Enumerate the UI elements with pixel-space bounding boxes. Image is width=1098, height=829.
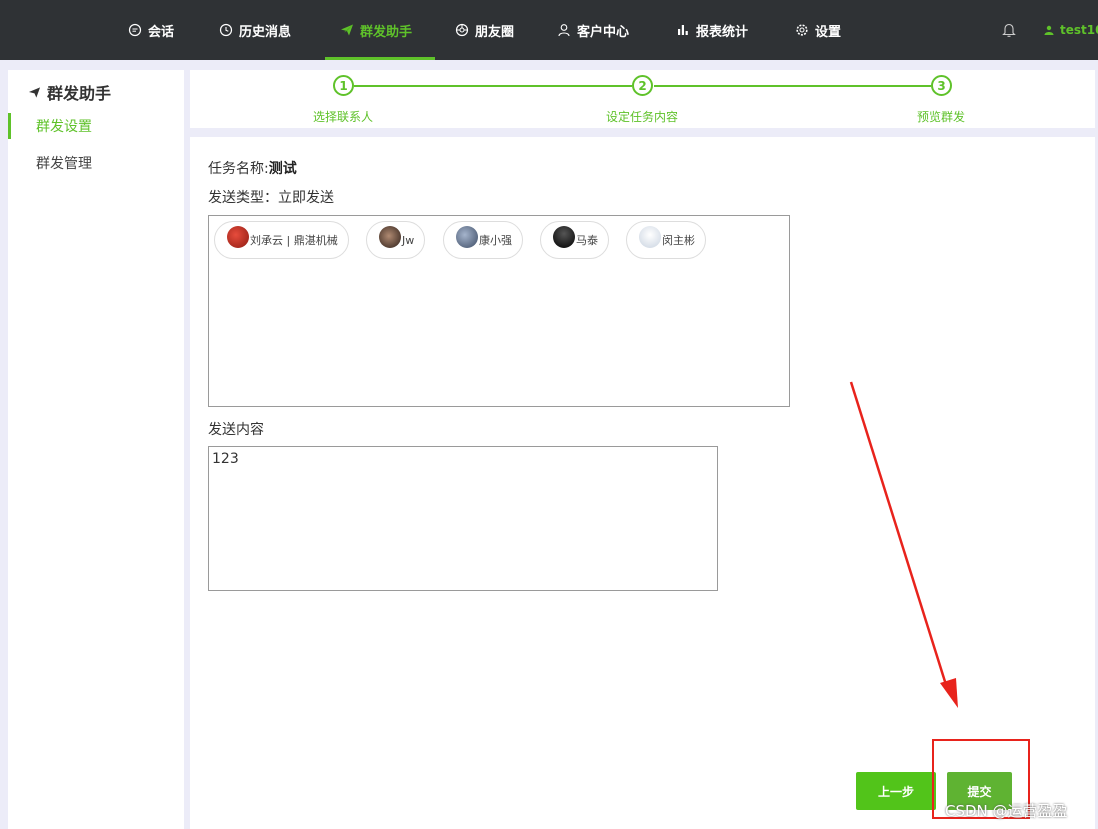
task-name-row: 任务名称:测试 — [208, 158, 297, 178]
nav-item-moments[interactable]: 朋友圈 — [455, 0, 514, 60]
selected-contacts-box: 刘承云 | 鼎湛机械 Jw 康小强 马泰 闵主彬 — [208, 215, 790, 407]
nav-item-history[interactable]: 历史消息 — [219, 0, 291, 60]
nav-label-reports: 报表统计 — [696, 24, 749, 40]
nav-item-chat[interactable]: 会话 — [128, 0, 174, 60]
sidebar-item-mass-settings[interactable]: 群发设置 — [8, 109, 184, 143]
avatar — [456, 226, 478, 248]
nav-item-settings[interactable]: 设置 — [795, 0, 841, 60]
nav-label-mass-send: 群发助手 — [360, 24, 413, 40]
contact-name: Jw — [402, 233, 415, 247]
clock-icon — [219, 23, 233, 37]
top-nav-bar: 会话 历史消息 群发助手 朋友圈 客户中心 报表统计 设置 test10 — [0, 0, 1098, 60]
nav-label-settings: 设置 — [815, 24, 842, 40]
task-name-label: 任务名称: — [208, 161, 269, 177]
prev-step-button[interactable]: 上一步 — [856, 772, 936, 810]
nav-label-chat: 会话 — [148, 24, 175, 40]
nav-label-history: 历史消息 — [239, 24, 292, 40]
send-type-row: 发送类型：立即发送 — [208, 187, 334, 207]
bar-chart-icon — [678, 25, 688, 35]
chat-bubble-icon — [128, 23, 142, 37]
aperture-icon — [455, 23, 469, 37]
sidebar-title-text: 群发助手 — [47, 84, 112, 103]
contact-chip[interactable]: 马泰 — [540, 221, 609, 259]
avatar — [553, 226, 575, 248]
gear-icon — [796, 24, 808, 36]
contact-name: 康小强 — [479, 234, 512, 247]
nav-label-customers: 客户中心 — [577, 24, 630, 40]
step-label-1: 选择联系人 — [312, 110, 374, 124]
username: test10 — [1060, 23, 1098, 37]
nav-item-reports[interactable]: 报表统计 — [676, 0, 748, 60]
nav-item-mass-send[interactable]: 群发助手 — [340, 0, 412, 60]
step-circle-1: 1 — [333, 75, 354, 96]
sidebar: 群发助手 群发设置 群发管理 — [8, 70, 184, 829]
step-connector — [354, 85, 632, 87]
step-label-2: 设定任务内容 — [605, 110, 679, 124]
task-name-value: 测试 — [268, 161, 297, 177]
contact-name: 闵主彬 — [662, 234, 695, 247]
nav-item-customers[interactable]: 客户中心 — [557, 0, 629, 60]
sidebar-item-label: 群发设置 — [36, 119, 92, 135]
avatar — [639, 226, 661, 248]
sidebar-title: 群发助手 — [28, 80, 111, 104]
contact-chip[interactable]: 闵主彬 — [626, 221, 706, 259]
paper-plane-icon — [28, 86, 41, 98]
bell-icon[interactable] — [1002, 22, 1016, 38]
watermark: CSDN @运营盈盈 — [945, 802, 1068, 820]
avatar — [227, 226, 249, 248]
send-type-value: 立即发送 — [278, 190, 334, 206]
step-connector — [654, 85, 931, 87]
user-menu[interactable]: test10 — [1044, 0, 1098, 60]
content-label: 发送内容 — [208, 422, 264, 438]
step-circle-3: 3 — [931, 75, 952, 96]
send-type-label: 发送类型： — [208, 190, 278, 206]
person-icon — [558, 24, 570, 37]
step-progress: 1 2 3 选择联系人 设定任务内容 预览群发 — [190, 70, 1095, 128]
nav-label-moments: 朋友圈 — [475, 24, 515, 40]
sidebar-item-label: 群发管理 — [36, 156, 92, 172]
user-icon — [1044, 25, 1054, 35]
task-content-panel: 任务名称:测试 发送类型：立即发送 刘承云 | 鼎湛机械 Jw 康小强 马泰 闵… — [190, 137, 1095, 829]
paper-plane-icon — [341, 24, 353, 36]
content-textarea[interactable]: 123 — [208, 446, 718, 591]
step-circle-2: 2 — [632, 75, 653, 96]
contact-chip[interactable]: 刘承云 | 鼎湛机械 — [214, 221, 349, 259]
avatar — [379, 226, 401, 248]
contact-chip[interactable]: 康小强 — [443, 221, 523, 259]
sidebar-item-mass-management[interactable]: 群发管理 — [8, 146, 184, 180]
step-label-3: 预览群发 — [916, 110, 966, 124]
contact-name: 刘承云 | 鼎湛机械 — [250, 234, 338, 247]
contact-chip[interactable]: Jw — [366, 221, 426, 259]
contact-name: 马泰 — [576, 234, 598, 247]
active-nav-indicator — [325, 57, 435, 60]
